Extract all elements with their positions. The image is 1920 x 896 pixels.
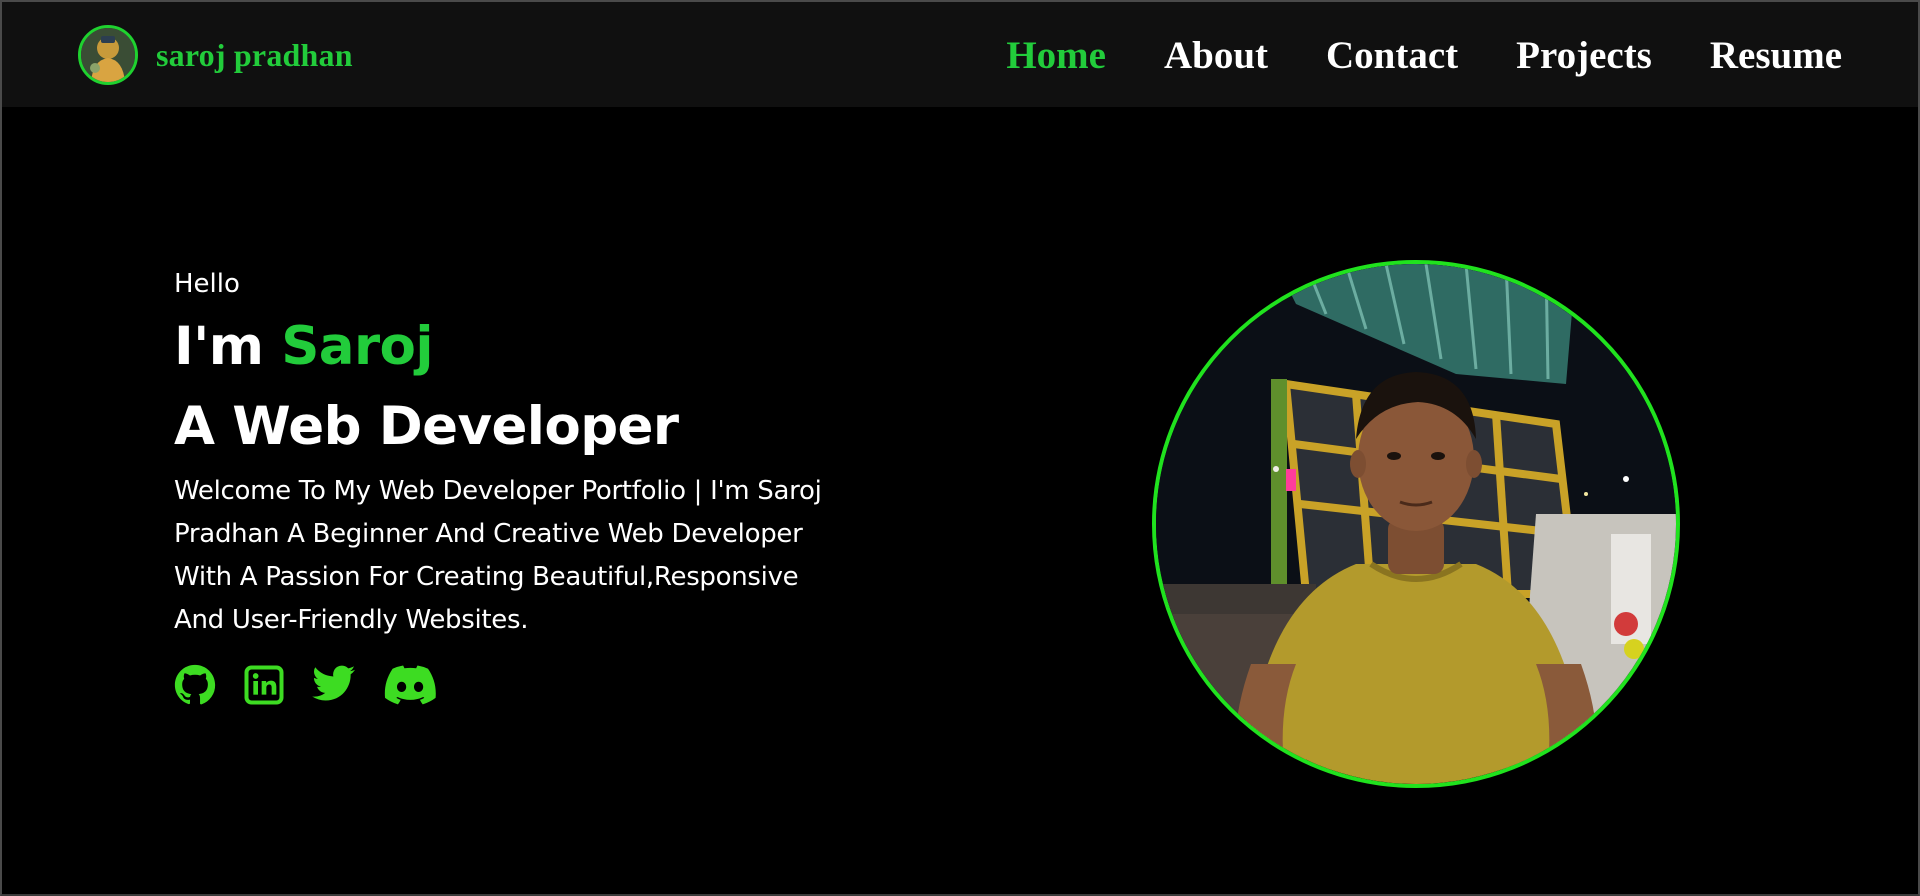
twitter-link[interactable] [312, 665, 356, 709]
github-icon [174, 664, 216, 705]
hero-greeting: Hello [174, 269, 240, 299]
github-link[interactable] [174, 664, 216, 710]
hero-title-prefix: I'm [174, 316, 282, 377]
brand-name: saroj pradhan [156, 36, 353, 73]
discord-icon [384, 665, 436, 705]
social-links [174, 664, 854, 710]
navbar: saroj pradhan Home About Contact Project… [2, 2, 1918, 107]
hero-subtitle: A Web Developer [174, 396, 679, 457]
linkedin-icon [244, 665, 284, 705]
nav-home-link[interactable]: Home [1006, 34, 1106, 77]
twitter-icon [312, 665, 356, 701]
nav-about-link[interactable]: About [1164, 34, 1268, 77]
profile-photo [1152, 260, 1680, 788]
nav-links: Home About Contact Projects Resume [1006, 32, 1842, 80]
brand-link[interactable]: saroj pradhan [78, 25, 353, 85]
nav-resume-link[interactable]: Resume [1710, 34, 1842, 77]
nav-contact-link[interactable]: Contact [1326, 34, 1458, 77]
hero-section: Hello I'm Saroj A Web Developer Welcome … [174, 264, 854, 710]
brand-avatar [78, 25, 138, 85]
avatar-illustration [81, 28, 135, 82]
hero-intro: Welcome To My Web Developer Portfolio | … [174, 476, 822, 635]
profile-photo-illustration [1156, 264, 1676, 784]
nav-projects-link[interactable]: Projects [1516, 34, 1652, 77]
hero-title: I'm Saroj [174, 312, 854, 382]
hero-title-name: Saroj [281, 316, 433, 377]
portfolio-page: saroj pradhan Home About Contact Project… [0, 0, 1920, 896]
discord-link[interactable] [384, 665, 436, 709]
linkedin-link[interactable] [244, 665, 284, 709]
